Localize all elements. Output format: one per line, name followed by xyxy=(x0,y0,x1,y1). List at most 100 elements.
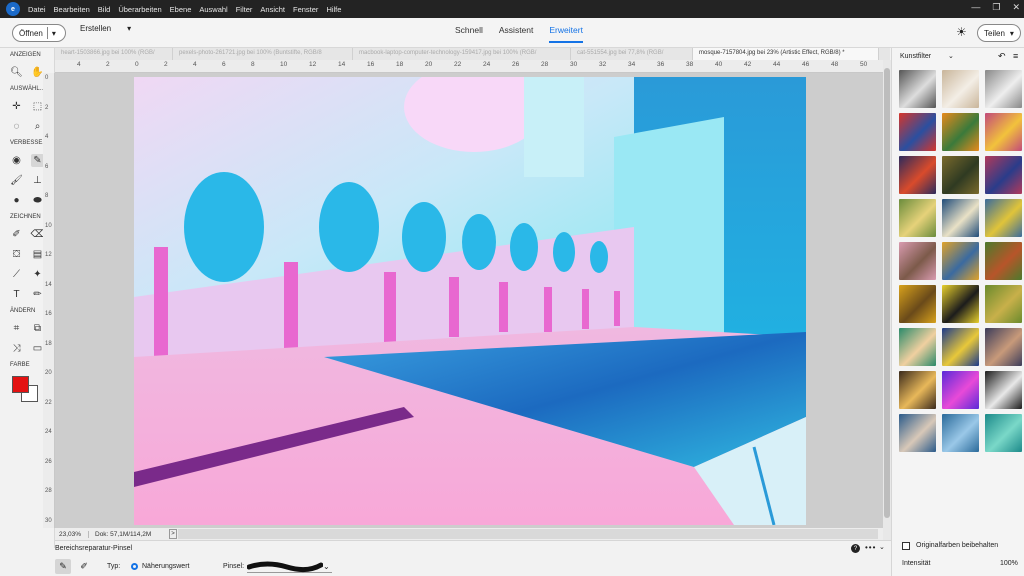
tab-assistent[interactable]: Assistent xyxy=(499,25,534,43)
filter-grid xyxy=(899,70,1023,452)
menu-ansicht[interactable]: Ansicht xyxy=(260,5,285,14)
ruler-tick-label: 20 xyxy=(425,61,433,68)
filter-thumbnail-abstract-dark[interactable] xyxy=(899,156,936,194)
move-tool-icon[interactable]: ✛ xyxy=(10,100,23,113)
radio-approximate[interactable] xyxy=(131,563,138,570)
filter-thumbnail-abstract-red[interactable] xyxy=(899,113,936,151)
document-image[interactable] xyxy=(134,77,806,525)
tab-erweitert[interactable]: Erweitert xyxy=(549,25,583,43)
filter-thumbnail-portrait-blue[interactable] xyxy=(985,156,1022,194)
chevron-down-icon[interactable]: ▾ xyxy=(52,29,56,38)
filter-thumbnail-face-cubist[interactable] xyxy=(985,113,1022,151)
filter-thumbnail-starry-night[interactable] xyxy=(942,328,979,366)
filter-thumbnail-splatter[interactable] xyxy=(985,371,1022,409)
doc-tab[interactable]: pexels-photo-261721.jpg bei 100% (Buntst… xyxy=(173,48,353,60)
ruler-tick-label: 2 xyxy=(106,61,110,68)
menu-ueberarbeiten[interactable]: Überarbeiten xyxy=(118,5,161,14)
filter-thumbnail-faces[interactable] xyxy=(985,328,1022,366)
filter-thumbnail-yellow-field[interactable] xyxy=(899,285,936,323)
menu-icon[interactable]: ≡ xyxy=(1013,51,1018,61)
chevron-down-icon: ▾ xyxy=(127,24,132,33)
undo-icon[interactable]: ↶ xyxy=(998,51,1006,62)
zoom-level[interactable]: 23,03% xyxy=(55,530,89,538)
filter-thumbnail-portrait-sketch[interactable] xyxy=(899,70,936,108)
ruler-tick-label: 2 xyxy=(164,61,168,68)
doc-tab[interactable]: macbook-laptop-computer-technology-15941… xyxy=(353,48,571,60)
filter-thumbnail-mona-lisa[interactable] xyxy=(942,156,979,194)
keep-colors-label: Originalfarben beibehalten xyxy=(916,542,999,549)
filter-thumbnail-dancers[interactable] xyxy=(899,414,936,452)
doc-size: Dok: 57,1M/114,2M xyxy=(95,530,152,538)
filter-thumbnail-city-sketch[interactable] xyxy=(985,70,1022,108)
text-tool-icon[interactable]: T xyxy=(10,288,23,301)
lasso-tool-icon[interactable]: ◌ xyxy=(10,120,23,133)
filter-thumbnail-abstract-orange[interactable] xyxy=(942,113,979,151)
menu-hilfe[interactable]: Hilfe xyxy=(326,5,341,14)
spot-healing-brush-icon[interactable]: ✎ xyxy=(55,559,71,574)
open-button[interactable]: Öffnen ▾ xyxy=(12,24,66,42)
brush-stroke-icon xyxy=(246,561,324,573)
minimize-button[interactable]: — xyxy=(971,2,980,13)
vertical-scrollbar[interactable] xyxy=(883,60,891,540)
status-arrow-button[interactable]: > xyxy=(169,529,177,539)
content-aware-move-icon[interactable]: ⤨ xyxy=(10,342,23,355)
filter-thumbnail-green-abstract[interactable] xyxy=(985,285,1022,323)
ruler-tick-label: 30 xyxy=(570,61,578,68)
canvas-area[interactable] xyxy=(55,73,883,528)
chevron-down-icon[interactable]: ⌄ xyxy=(948,52,954,60)
ruler-vertical: 0 2 4 6 8 10 12 14 16 18 20 22 24 26 28 30 xyxy=(43,73,55,528)
healing-brush-variant-icon[interactable]: ✐ xyxy=(77,559,91,574)
keep-colors-checkbox[interactable] xyxy=(902,542,910,550)
red-eye-icon[interactable]: ◉ xyxy=(10,154,23,167)
menu-bild[interactable]: Bild xyxy=(98,5,111,14)
menu-fenster[interactable]: Fenster xyxy=(293,5,318,14)
brush-tool-icon[interactable]: ✐ xyxy=(10,228,23,241)
paint-bucket-icon[interactable]: ⛋ xyxy=(10,248,23,261)
brush-label: Pinsel: xyxy=(223,563,245,570)
menu-auswahl[interactable]: Auswahl xyxy=(199,5,227,14)
help-icon[interactable]: ? xyxy=(851,544,860,553)
color-swatches[interactable] xyxy=(12,376,42,406)
filter-thumbnail-van-gogh[interactable] xyxy=(942,242,979,280)
horizontal-scrollbar[interactable] xyxy=(178,529,878,539)
menu-filter[interactable]: Filter xyxy=(236,5,253,14)
ruler-tick-label: 46 xyxy=(802,61,810,68)
filter-thumbnail-forest-blue[interactable] xyxy=(942,414,979,452)
filter-thumbnail-landscape[interactable] xyxy=(985,242,1022,280)
filter-thumbnail-woman-green[interactable] xyxy=(899,328,936,366)
filter-thumbnail-dog-pink[interactable] xyxy=(899,242,936,280)
smart-brush-icon[interactable]: 🖌︎ xyxy=(10,174,23,187)
filter-thumbnail-cafe[interactable] xyxy=(899,371,936,409)
open-label: Öffnen xyxy=(19,28,43,38)
brush-preview[interactable] xyxy=(246,559,332,573)
scroll-thumb[interactable] xyxy=(884,68,890,518)
share-button[interactable]: Teilen ▾ xyxy=(977,24,1021,42)
blur-tool-icon[interactable]: ● xyxy=(10,194,23,207)
collapse-icon[interactable]: ⌄ xyxy=(879,543,885,551)
filter-thumbnail-village[interactable] xyxy=(899,199,936,237)
doc-tab[interactable]: heart-1503866.jpg bei 100% (RGB/ xyxy=(55,48,173,60)
chevron-down-icon[interactable]: ⌄ xyxy=(323,562,330,571)
close-button[interactable]: ✕ xyxy=(1012,2,1020,13)
filter-thumbnail-mondrian[interactable] xyxy=(942,285,979,323)
zoom-tool-icon[interactable]: 🔍︎ xyxy=(10,66,23,79)
theme-sun-icon[interactable]: ☀ xyxy=(956,25,967,39)
eyedropper-icon[interactable]: ⟋ xyxy=(10,268,23,281)
doc-tab-active[interactable]: mosque-7157804.jpg bei 23% (Artistic Eff… xyxy=(693,48,879,60)
menu-datei[interactable]: Datei xyxy=(28,5,46,14)
filter-thumbnail-great-wave[interactable] xyxy=(942,199,979,237)
maximize-button[interactable]: ❐ xyxy=(992,2,1000,13)
menu-ebene[interactable]: Ebene xyxy=(170,5,192,14)
filter-thumbnail-taj-sketch[interactable] xyxy=(942,70,979,108)
tab-schnell[interactable]: Schnell xyxy=(455,25,483,43)
filter-thumbnail-neon-abstract[interactable] xyxy=(942,371,979,409)
more-icon[interactable]: ••• xyxy=(865,543,876,552)
crop-tool-icon[interactable]: ⌗ xyxy=(10,322,23,335)
mode-tabs: Schnell Assistent Erweitert xyxy=(455,25,583,43)
doc-tab[interactable]: cat-551554.jpg bei 77,8% (RGB/ xyxy=(571,48,693,60)
foreground-color-swatch[interactable] xyxy=(12,376,29,393)
menu-bearbeiten[interactable]: Bearbeiten xyxy=(54,5,90,14)
create-button[interactable]: Erstellen ▾ xyxy=(80,24,131,33)
filter-thumbnail-teal-swirl[interactable] xyxy=(985,414,1022,452)
filter-thumbnail-abstract-green[interactable] xyxy=(985,199,1022,237)
